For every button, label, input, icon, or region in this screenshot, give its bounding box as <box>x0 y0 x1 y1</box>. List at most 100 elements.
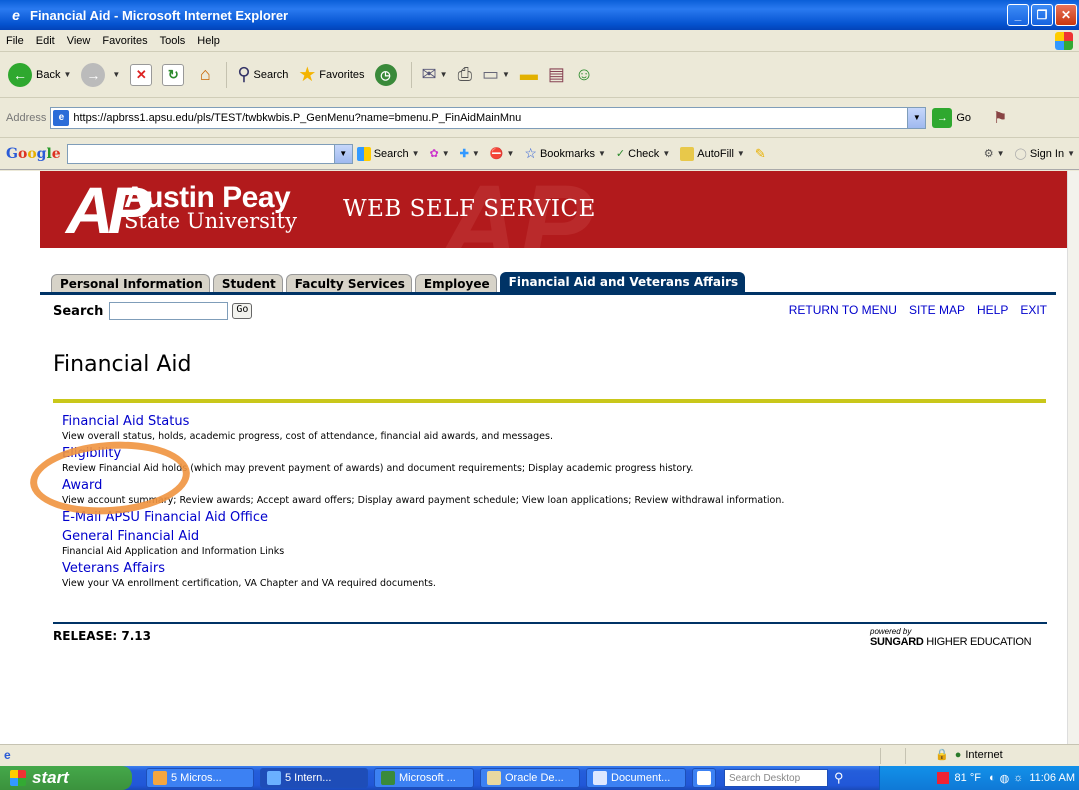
history-button[interactable]: ◷ <box>374 63 401 86</box>
pagerank-button[interactable]: ✿ ▼ <box>429 147 449 160</box>
research-button[interactable]: ▤ <box>548 64 565 85</box>
window-controls: _ ❐ ✕ <box>1007 4 1079 26</box>
taskbar-item-ie[interactable]: 5 Intern... <box>260 768 368 788</box>
spellcheck-icon: ✓ <box>615 148 626 160</box>
help-link[interactable]: HELP <box>977 303 1008 317</box>
financial-aid-status-link[interactable]: Financial Aid Status <box>62 413 1042 430</box>
taskbar-item-help[interactable] <box>692 768 716 788</box>
page-icon: e <box>53 109 70 126</box>
close-button[interactable]: ✕ <box>1055 4 1077 26</box>
network-icon[interactable]: ◐ <box>989 772 996 784</box>
sign-in-button[interactable]: ◯ Sign In ▼ <box>1014 147 1075 161</box>
eligibility-link[interactable]: Eligibility <box>62 445 1042 462</box>
plus-button[interactable]: ✚ ▼ <box>460 147 480 160</box>
taskbar-item-oracle[interactable]: Oracle De... <box>480 768 580 788</box>
tab-employee[interactable]: Employee <box>414 274 497 293</box>
sungard-logo-name: SUNGARD <box>870 636 924 648</box>
google-dropdown-icon[interactable]: ▼ <box>333 144 352 163</box>
menu-favorites[interactable]: Favorites <box>102 35 147 47</box>
tab-faculty-services[interactable]: Faculty Services <box>285 274 412 293</box>
veterans-affairs-link[interactable]: Veterans Affairs <box>62 560 1042 577</box>
back-button[interactable]: ← Back ▼ <box>8 62 71 87</box>
autofill-dropdown-icon: ▼ <box>736 149 745 158</box>
maximize-button[interactable]: ❐ <box>1031 4 1053 26</box>
award-link[interactable]: Award <box>62 477 1042 494</box>
security-zone: 🔒 ● Internet <box>935 748 1003 762</box>
tab-personal-information[interactable]: Personal Information <box>51 274 210 293</box>
history-icon: ◷ <box>374 63 397 86</box>
refresh-button[interactable]: ↻ <box>162 63 185 86</box>
menu-item: Award View account summary; Review award… <box>62 477 1042 507</box>
site-map-link[interactable]: SITE MAP <box>909 303 965 317</box>
taskbar-item-document[interactable]: Document... <box>586 768 686 788</box>
taskbar-item-microsoft[interactable]: Microsoft ... <box>374 768 474 788</box>
tab-financial-aid[interactable]: Financial Aid and Veterans Affairs <box>499 272 746 293</box>
desktop-search-input[interactable]: Search Desktop <box>724 769 828 787</box>
tab-student[interactable]: Student <box>212 274 283 293</box>
search-magnifier-icon[interactable]: ⚲ <box>834 770 844 786</box>
mail-button[interactable]: ✉ ▼ <box>422 64 448 85</box>
sign-in-icon: ◯ <box>1014 148 1027 160</box>
page-status-icon: e <box>4 747 11 762</box>
google-search-input[interactable]: ▼ <box>66 143 353 164</box>
minimize-button[interactable]: _ <box>1007 4 1029 26</box>
forward-button[interactable]: → ▼ <box>81 62 121 87</box>
forward-dropdown-icon: ▼ <box>112 70 121 79</box>
vertical-scrollbar[interactable] <box>1067 171 1079 744</box>
windows-flag-icon <box>1055 32 1073 50</box>
go-button[interactable]: → Go <box>932 107 971 128</box>
edit-button[interactable]: ▭ ▼ <box>482 64 510 85</box>
bookmarks-button[interactable]: ☆ Bookmarks ▼ <box>524 145 606 162</box>
address-input[interactable]: e https://apbrss1.apsu.edu/pls/TEST/twbk… <box>50 106 927 129</box>
favorites-button[interactable]: ★ Favorites <box>298 62 364 87</box>
help-icon <box>697 771 711 785</box>
menu-edit[interactable]: Edit <box>36 35 55 47</box>
wireless-icon[interactable]: ☼ <box>1013 772 1023 784</box>
return-to-menu-link[interactable]: RETURN TO MENU <box>789 303 897 317</box>
menu-item-description: Financial Aid Application and Informatio… <box>62 546 285 557</box>
status-cell <box>905 748 906 764</box>
menu-item: Veterans Affairs View your VA enrollment… <box>62 560 1042 590</box>
menu-help[interactable]: Help <box>197 35 220 47</box>
check-dropdown-icon: ▼ <box>662 149 671 158</box>
dropdown-icon: ▼ <box>996 149 1005 158</box>
stop-button[interactable]: ✕ <box>130 63 153 86</box>
email-financial-aid-link[interactable]: E-Mail APSU Financial Aid Office <box>62 509 1042 526</box>
start-button[interactable]: start <box>0 766 132 790</box>
temperature: 81 °F <box>954 772 981 784</box>
tray-icon[interactable]: ◍ <box>1000 772 1010 785</box>
links-icon[interactable]: ⚑ <box>993 108 1007 128</box>
check-button[interactable]: ✓ Check ▼ <box>615 147 671 161</box>
menu-file[interactable]: File <box>6 35 24 47</box>
address-dropdown-icon[interactable]: ▼ <box>907 107 926 128</box>
autofill-button[interactable]: AutoFill ▼ <box>680 146 745 161</box>
google-logo-letter: e <box>51 145 61 162</box>
sungard-logo-tagline: HIGHER EDUCATION <box>923 636 1032 648</box>
refresh-icon: ↻ <box>162 63 185 86</box>
status-bar: e 🔒 ● Internet <box>0 744 1079 766</box>
folder-button[interactable]: ▬ <box>520 64 538 85</box>
exit-link[interactable]: EXIT <box>1020 303 1047 317</box>
home-button[interactable]: ⌂ <box>194 64 216 86</box>
ie-icon <box>267 771 281 785</box>
print-button[interactable]: ⎙ <box>458 64 472 85</box>
google-logo: Google <box>6 146 61 162</box>
google-toolbar: Google ▼ Search ▼ ✿ ▼ ✚ ▼ ⛔ ▼ ☆ Bookmarks ▼… <box>0 138 1079 170</box>
popup-blocker-button[interactable]: ⛔ ▼ <box>490 147 515 160</box>
messenger-button[interactable]: ☺ <box>575 64 593 85</box>
oracle-icon <box>487 771 501 785</box>
search-go-button[interactable]: Go <box>232 303 253 319</box>
search-button[interactable]: ⚲ Search <box>237 64 288 85</box>
search-input[interactable] <box>109 302 229 320</box>
taskbar-item-outlook[interactable]: 5 Micros... <box>146 768 254 788</box>
sign-in-dropdown-icon: ▼ <box>1067 149 1075 158</box>
google-search-button[interactable]: Search ▼ <box>356 146 420 161</box>
settings-button[interactable]: ⚙ ▼ <box>984 147 1005 160</box>
tray-app-icon[interactable] <box>936 772 949 784</box>
menu-view[interactable]: View <box>67 35 91 47</box>
google-search-dropdown-icon: ▼ <box>411 149 420 158</box>
menu-tools[interactable]: Tools <box>160 35 186 47</box>
highlight-button[interactable]: ✎ <box>755 146 766 162</box>
general-financial-aid-link[interactable]: General Financial Aid <box>62 528 1042 545</box>
favorites-label: Favorites <box>319 68 365 81</box>
